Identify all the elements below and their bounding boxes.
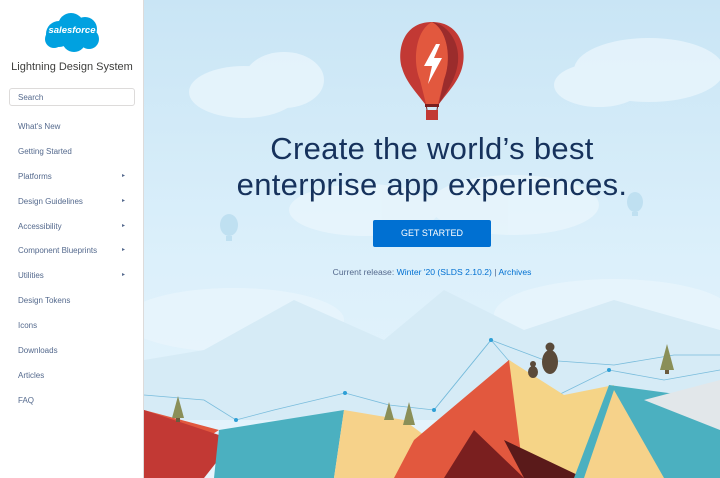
sidebar-item-label: Platforms [18, 171, 52, 181]
sidebar-item-downloads[interactable]: Downloads [0, 341, 144, 366]
archives-link[interactable]: Archives [498, 267, 531, 277]
sidebar-item-icons[interactable]: Icons [0, 316, 144, 341]
sidebar-item-utilities[interactable]: Utilities ▸ [0, 266, 144, 291]
sidebar: salesforce Lightning Design System What'… [0, 0, 144, 478]
hot-air-balloon-icon [400, 22, 464, 120]
hero-headline: Create the world’s best enterprise app e… [144, 131, 720, 203]
sidebar-item-label: Utilities [18, 271, 44, 281]
sidebar-item-label: Component Blueprints [18, 246, 98, 256]
release-link[interactable]: Winter '20 (SLDS 2.10.2) [397, 267, 492, 277]
sidebar-item-accessibility[interactable]: Accessibility ▸ [0, 217, 144, 242]
release-prefix: Current release: [332, 267, 395, 277]
sidebar-item-label: Icons [18, 321, 38, 331]
sidebar-item-whats-new[interactable]: What's New [0, 117, 144, 142]
chevron-right-icon: ▸ [121, 247, 125, 254]
sidebar-item-component-blueprints[interactable]: Component Blueprints ▸ [0, 241, 144, 266]
sidebar-item-label: Articles [18, 370, 45, 380]
get-started-button[interactable]: GET STARTED [373, 220, 491, 247]
headline-line-2: enterprise app experiences. [236, 167, 628, 202]
salesforce-logo[interactable]: salesforce [42, 12, 102, 54]
chevron-right-icon: ▸ [121, 272, 125, 279]
sidebar-nav: What's New Getting Started Platforms ▸ De… [0, 117, 144, 416]
sidebar-item-label: Getting Started [18, 146, 72, 156]
sidebar-item-label: Design Tokens [18, 296, 71, 306]
sidebar-item-platforms[interactable]: Platforms ▸ [0, 167, 144, 192]
sidebar-item-design-tokens[interactable]: Design Tokens [0, 291, 144, 316]
sidebar-item-faq[interactable]: FAQ [0, 391, 144, 416]
search-input[interactable] [9, 88, 135, 106]
separator: | [494, 267, 497, 277]
sidebar-item-getting-started[interactable]: Getting Started [0, 142, 144, 167]
sidebar-item-label: Downloads [18, 346, 58, 356]
sidebar-item-label: Design Guidelines [18, 196, 83, 206]
chevron-right-icon: ▸ [121, 197, 125, 204]
chevron-right-icon: ▸ [121, 222, 125, 229]
logo-text: salesforce [48, 25, 96, 36]
release-info: Current release: Winter '20 (SLDS 2.10.2… [144, 267, 720, 277]
sidebar-item-label: FAQ [18, 395, 35, 405]
site-title[interactable]: Lightning Design System [0, 61, 144, 73]
hero-banner: Create the world’s best enterprise app e… [144, 0, 720, 478]
sidebar-item-label: What's New [18, 122, 61, 131]
sidebar-item-label: Accessibility [18, 221, 62, 231]
chevron-right-icon: ▸ [121, 172, 125, 179]
headline-line-1: Create the world’s best [270, 131, 594, 166]
sidebar-item-design-guidelines[interactable]: Design Guidelines ▸ [0, 192, 144, 217]
sidebar-item-articles[interactable]: Articles [0, 366, 144, 391]
